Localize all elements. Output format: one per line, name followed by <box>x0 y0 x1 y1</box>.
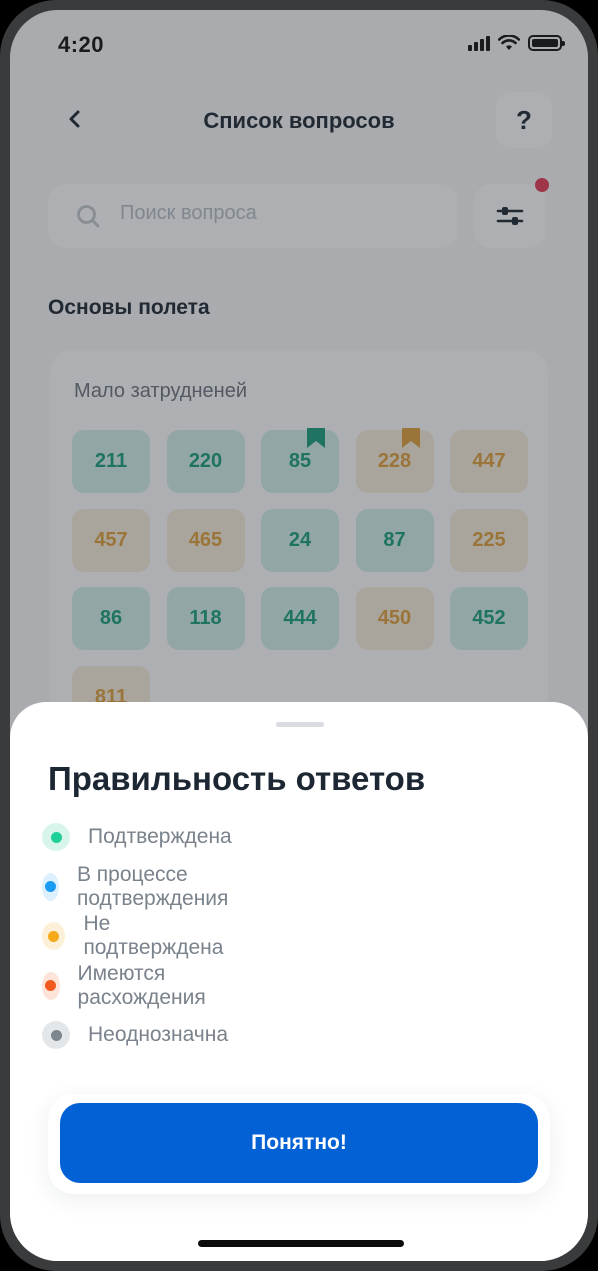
legend-label: Подтверждена <box>88 825 232 848</box>
confirm-button-container: Понятно! <box>48 1094 550 1194</box>
legend-label: Имеются расхождения <box>77 961 206 1009</box>
status-dot-icon <box>42 823 70 851</box>
status-dot-icon <box>42 1021 70 1049</box>
status-dot-icon <box>42 971 60 1000</box>
confirm-button[interactable]: Понятно! <box>60 1103 538 1183</box>
legend-item: Имеются расхождения <box>42 962 216 1009</box>
legend-label: Неоднозначна <box>88 1023 229 1046</box>
legend-item: Неоднозначна <box>42 1020 228 1050</box>
legend-item: Подтверждена <box>42 822 232 852</box>
legend-item: В процессе подтверждения <box>42 863 239 910</box>
sheet-title: Правильность ответов <box>48 760 426 797</box>
screen: 4:20 Список вопросов ? Поиск вопроса Осн… <box>10 10 588 1261</box>
legend-label: В процессе подтверждения <box>76 862 229 910</box>
sheet-grabber[interactable] <box>276 722 324 727</box>
legend-label: Не подтверждена <box>83 912 224 959</box>
status-dot-icon <box>42 922 66 950</box>
phone-frame: 4:20 Список вопросов ? Поиск вопроса Осн… <box>0 0 598 1271</box>
bottom-sheet: Правильность ответов Подтверждена В проце… <box>10 702 588 1261</box>
status-dot-icon <box>42 872 59 901</box>
legend-item: Не подтверждена <box>42 912 228 959</box>
home-indicator[interactable] <box>198 1240 404 1247</box>
